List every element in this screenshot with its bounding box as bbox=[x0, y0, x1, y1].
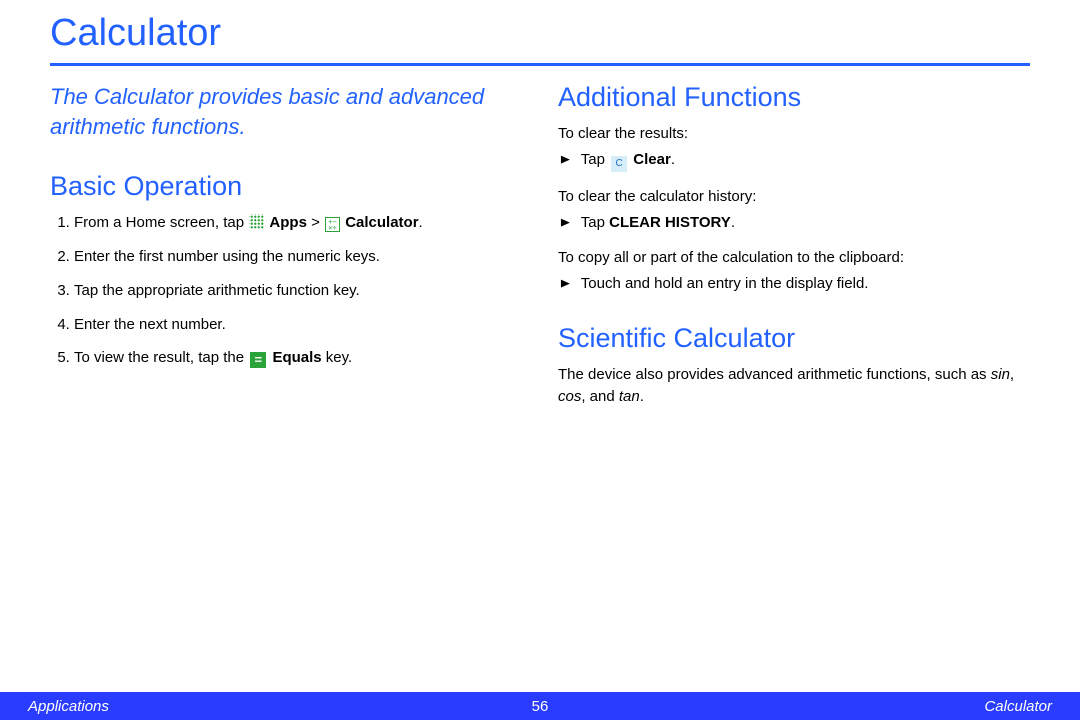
triangle-bullet-icon: ► bbox=[558, 213, 573, 233]
copy-action-text: Touch and hold an entry in the display f… bbox=[581, 275, 869, 292]
page-footer: Applications 56 Calculator bbox=[0, 692, 1080, 720]
footer-page-number: 56 bbox=[532, 698, 549, 715]
clear-results-intro: To clear the results: bbox=[558, 123, 1030, 145]
cos-label: cos bbox=[558, 388, 581, 405]
apps-icon bbox=[249, 214, 264, 229]
title-rule bbox=[50, 63, 1030, 66]
apps-label: Apps bbox=[269, 214, 307, 231]
additional-functions-heading: Additional Functions bbox=[558, 82, 1030, 113]
step-5: To view the result, tap the = Equals key… bbox=[74, 347, 522, 369]
step-4: Enter the next number. bbox=[74, 314, 522, 336]
copy-action: ► Touch and hold an entry in the display… bbox=[558, 273, 1030, 295]
step-2: Enter the first number using the numeric… bbox=[74, 246, 522, 268]
triangle-bullet-icon: ► bbox=[558, 274, 573, 294]
basic-operation-steps: From a Home screen, tap Apps > +−×÷ Calc… bbox=[50, 212, 522, 369]
two-column-layout: The Calculator provides basic and advanc… bbox=[50, 82, 1030, 407]
tap-label-2: Tap bbox=[581, 214, 609, 231]
step-1: From a Home screen, tap Apps > +−×÷ Calc… bbox=[74, 212, 522, 234]
basic-operation-heading: Basic Operation bbox=[50, 171, 522, 202]
sep1: , bbox=[1010, 366, 1014, 383]
intro-text: The Calculator provides basic and advanc… bbox=[50, 82, 522, 141]
equals-icon: = bbox=[250, 352, 266, 368]
clear-history-label: CLEAR HISTORY bbox=[609, 214, 731, 231]
sci-end: . bbox=[640, 388, 644, 405]
clear-label: Clear bbox=[633, 151, 671, 168]
calculator-icon: +−×÷ bbox=[325, 217, 340, 232]
sep2: , and bbox=[581, 388, 619, 405]
footer-right: Calculator bbox=[984, 698, 1052, 715]
equals-label: Equals bbox=[272, 349, 321, 366]
page-title: Calculator bbox=[50, 12, 1030, 55]
step1-end: . bbox=[419, 214, 423, 231]
right-column: Additional Functions To clear the result… bbox=[558, 82, 1030, 407]
gt-sep: > bbox=[307, 214, 324, 231]
step-3: Tap the appropriate arithmetic function … bbox=[74, 280, 522, 302]
clear-history-intro: To clear the calculator history: bbox=[558, 186, 1030, 208]
copy-intro: To copy all or part of the calculation t… bbox=[558, 247, 1030, 269]
period-1: . bbox=[671, 151, 675, 168]
clear-history-action: ► Tap CLEAR HISTORY. bbox=[558, 212, 1030, 234]
period-2: . bbox=[731, 214, 735, 231]
tap-label: Tap bbox=[581, 151, 609, 168]
scientific-body: The device also provides advanced arithm… bbox=[558, 364, 1030, 408]
step5-prefix: To view the result, tap the bbox=[74, 349, 248, 366]
sin-label: sin bbox=[991, 366, 1010, 383]
scientific-calculator-heading: Scientific Calculator bbox=[558, 323, 1030, 354]
left-column: The Calculator provides basic and advanc… bbox=[50, 82, 522, 407]
sci-prefix: The device also provides advanced arithm… bbox=[558, 366, 991, 383]
tan-label: tan bbox=[619, 388, 640, 405]
footer-left: Applications bbox=[28, 698, 109, 715]
calculator-label: Calculator bbox=[345, 214, 418, 231]
triangle-bullet-icon: ► bbox=[558, 150, 573, 170]
step1-prefix: From a Home screen, tap bbox=[74, 214, 248, 231]
clear-results-action: ► Tap C Clear. bbox=[558, 149, 1030, 172]
clear-icon: C bbox=[611, 156, 627, 172]
page-body: Calculator The Calculator provides basic… bbox=[0, 0, 1080, 407]
step5-suffix: key. bbox=[322, 349, 353, 366]
